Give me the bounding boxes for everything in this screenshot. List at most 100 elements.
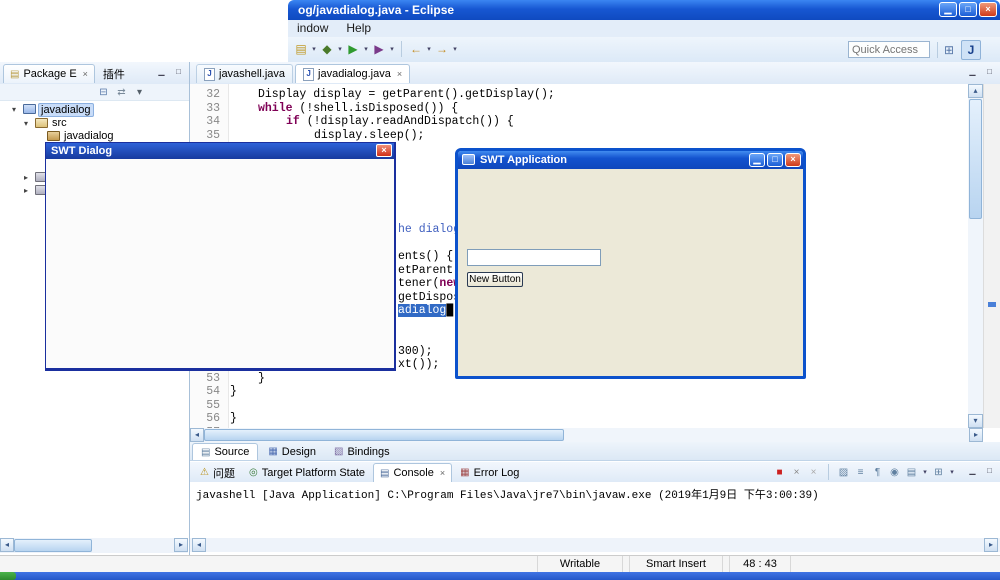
display-selected-console-icon[interactable]: ▤ (904, 465, 919, 479)
debug-icon-dropdown[interactable]: ▾ (336, 45, 344, 53)
forward-icon[interactable]: → (433, 40, 451, 58)
swt-application-titlebar[interactable]: SWT Application ▁ □ × (458, 151, 803, 169)
open-console-icon-dropdown[interactable]: ▾ (948, 468, 956, 476)
open-perspective-icon[interactable]: ⊞ (940, 41, 958, 59)
swt-dialog-window[interactable]: SWT Dialog × (45, 142, 396, 371)
scroll-left-icon[interactable]: ◂ (0, 538, 14, 552)
close-tab-icon[interactable]: × (397, 69, 402, 79)
scroll-down-icon[interactable]: ▾ (968, 414, 983, 428)
package-icon (47, 131, 60, 141)
tab-问题[interactable]: ⚠问题 (194, 463, 241, 482)
back-icon-dropdown[interactable]: ▾ (425, 45, 433, 53)
taskbar[interactable] (0, 572, 1000, 580)
swt-dialog-titlebar[interactable]: SWT Dialog × (46, 143, 394, 159)
occurrence-marker[interactable] (988, 302, 996, 307)
minimize-window-icon[interactable]: ▁ (749, 153, 765, 167)
collapse-all-icon[interactable]: ⊟ (96, 85, 111, 99)
remove-launch-icon[interactable]: × (789, 465, 804, 479)
new-wizard-icon-dropdown[interactable]: ▾ (310, 45, 318, 53)
external-tools-icon[interactable]: ▶ (370, 40, 388, 58)
tree-expander-icon[interactable]: ▸ (24, 186, 28, 195)
tab-javashell[interactable]: J javashell.java (196, 64, 293, 83)
tab-target-platform-state[interactable]: ◎Target Platform State (243, 463, 371, 482)
remove-all-launches-icon[interactable]: × (806, 465, 821, 479)
tree-item-src[interactable]: ▾src (0, 117, 189, 130)
tree-expander-icon[interactable]: ▸ (24, 173, 28, 182)
console-hscrollbar[interactable]: ◂ ▸ (190, 538, 1000, 552)
tab-design[interactable]: ▦Design (260, 443, 324, 460)
new-button[interactable]: New Button (467, 272, 523, 287)
tab-console[interactable]: ▤Console× (373, 463, 452, 482)
external-tools-icon-dropdown[interactable]: ▾ (388, 45, 396, 53)
word-wrap-icon[interactable]: ¶ (870, 465, 885, 479)
scroll-up-icon[interactable]: ▴ (968, 84, 983, 98)
run-icon-dropdown[interactable]: ▾ (362, 45, 370, 53)
scrollbar-thumb[interactable] (204, 429, 564, 441)
tab-bindings[interactable]: ▧Bindings (326, 443, 398, 460)
maximize-view-icon[interactable]: □ (982, 465, 997, 478)
maximize-window-icon[interactable]: □ (767, 153, 783, 167)
maximize-view-icon[interactable]: □ (982, 66, 997, 79)
tab-javadialog[interactable]: J javadialog.java × (295, 64, 410, 83)
code-line[interactable]: 34if (!display.readAndDispatch()) { (190, 115, 968, 129)
code-line[interactable]: 32Display display = getParent().getDispl… (190, 88, 968, 102)
scroll-right-icon[interactable]: ▸ (984, 538, 998, 552)
eclipse-titlebar[interactable]: og/javadialog.java - Eclipse ▁ □ × (288, 0, 1000, 20)
pin-console-icon[interactable]: ◉ (887, 465, 902, 479)
console-output[interactable]: javashell [Java Application] C:\Program … (190, 482, 1000, 538)
menu-item-indow[interactable]: indow (288, 20, 337, 37)
maximize-window-icon[interactable]: □ (959, 2, 977, 17)
close-window-icon[interactable]: × (376, 144, 392, 157)
scroll-left-icon[interactable]: ◂ (190, 428, 204, 442)
overview-ruler[interactable] (983, 84, 1000, 428)
display-selected-console-icon-dropdown[interactable]: ▾ (921, 468, 929, 476)
minimize-view-icon[interactable]: ▁ (965, 465, 980, 478)
view-menu-icon[interactable]: ▾ (132, 85, 147, 99)
tree-expander-icon[interactable]: ▾ (24, 119, 28, 128)
code-line[interactable]: 56} (190, 412, 968, 426)
close-window-icon[interactable]: × (785, 153, 801, 167)
editor-vscrollbar[interactable]: ▴ ▾ (968, 84, 983, 428)
tree-expander-icon[interactable]: ▾ (12, 105, 16, 114)
maximize-view-icon[interactable]: □ (171, 66, 186, 79)
open-console-icon[interactable]: ⊞ (931, 465, 946, 479)
code-line[interactable]: 35display.sleep(); (190, 129, 968, 143)
tab-label: 插件 (103, 66, 125, 82)
code-line[interactable]: 55 (190, 399, 968, 413)
scroll-right-icon[interactable]: ▸ (174, 538, 188, 552)
close-tab-icon[interactable]: × (440, 468, 445, 478)
scroll-left-icon[interactable]: ◂ (192, 538, 206, 552)
java-perspective-icon[interactable]: J (961, 40, 981, 60)
close-window-icon[interactable]: × (979, 2, 997, 17)
package-explorer-hscrollbar[interactable]: ◂ ▸ (0, 538, 188, 553)
scroll-lock-icon[interactable]: ≡ (853, 465, 868, 479)
link-with-editor-icon[interactable]: ⇄ (114, 85, 129, 99)
clear-console-icon[interactable]: ▨ (836, 465, 851, 479)
terminate-icon[interactable]: ■ (772, 465, 787, 479)
forward-icon-dropdown[interactable]: ▾ (451, 45, 459, 53)
tab-error-log[interactable]: ▦Error Log (454, 463, 525, 482)
code-line[interactable]: 33while (!shell.isDisposed()) { (190, 102, 968, 116)
code-line[interactable]: 54} (190, 385, 968, 399)
start-button[interactable] (0, 572, 16, 580)
tab-plugins[interactable]: 插件 (97, 64, 131, 83)
text-input[interactable] (467, 249, 601, 266)
tab-source[interactable]: ▤Source (192, 443, 258, 460)
menu-item-help[interactable]: Help (337, 20, 380, 37)
tree-item-javadialog[interactable]: ▾javadialog (0, 103, 189, 116)
swt-application-window[interactable]: SWT Application ▁ □ × New Button (455, 148, 806, 379)
minimize-view-icon[interactable]: ▁ (154, 66, 169, 79)
debug-icon[interactable]: ◆ (318, 40, 336, 58)
minimize-window-icon[interactable]: ▁ (939, 2, 957, 17)
close-tab-icon[interactable]: × (83, 69, 88, 79)
tab-package-explorer[interactable]: ▤ Package E × (3, 64, 95, 83)
editor-hscrollbar[interactable]: ◂ ▸ (190, 428, 983, 442)
scrollbar-thumb[interactable] (14, 539, 92, 552)
run-icon[interactable]: ▶ (344, 40, 362, 58)
new-wizard-icon[interactable]: ▤ (292, 40, 310, 58)
scrollbar-thumb[interactable] (969, 99, 982, 219)
minimize-view-icon[interactable]: ▁ (965, 66, 980, 79)
back-icon[interactable]: ← (407, 40, 425, 58)
quick-access-input[interactable] (848, 41, 930, 58)
scroll-right-icon[interactable]: ▸ (969, 428, 983, 442)
